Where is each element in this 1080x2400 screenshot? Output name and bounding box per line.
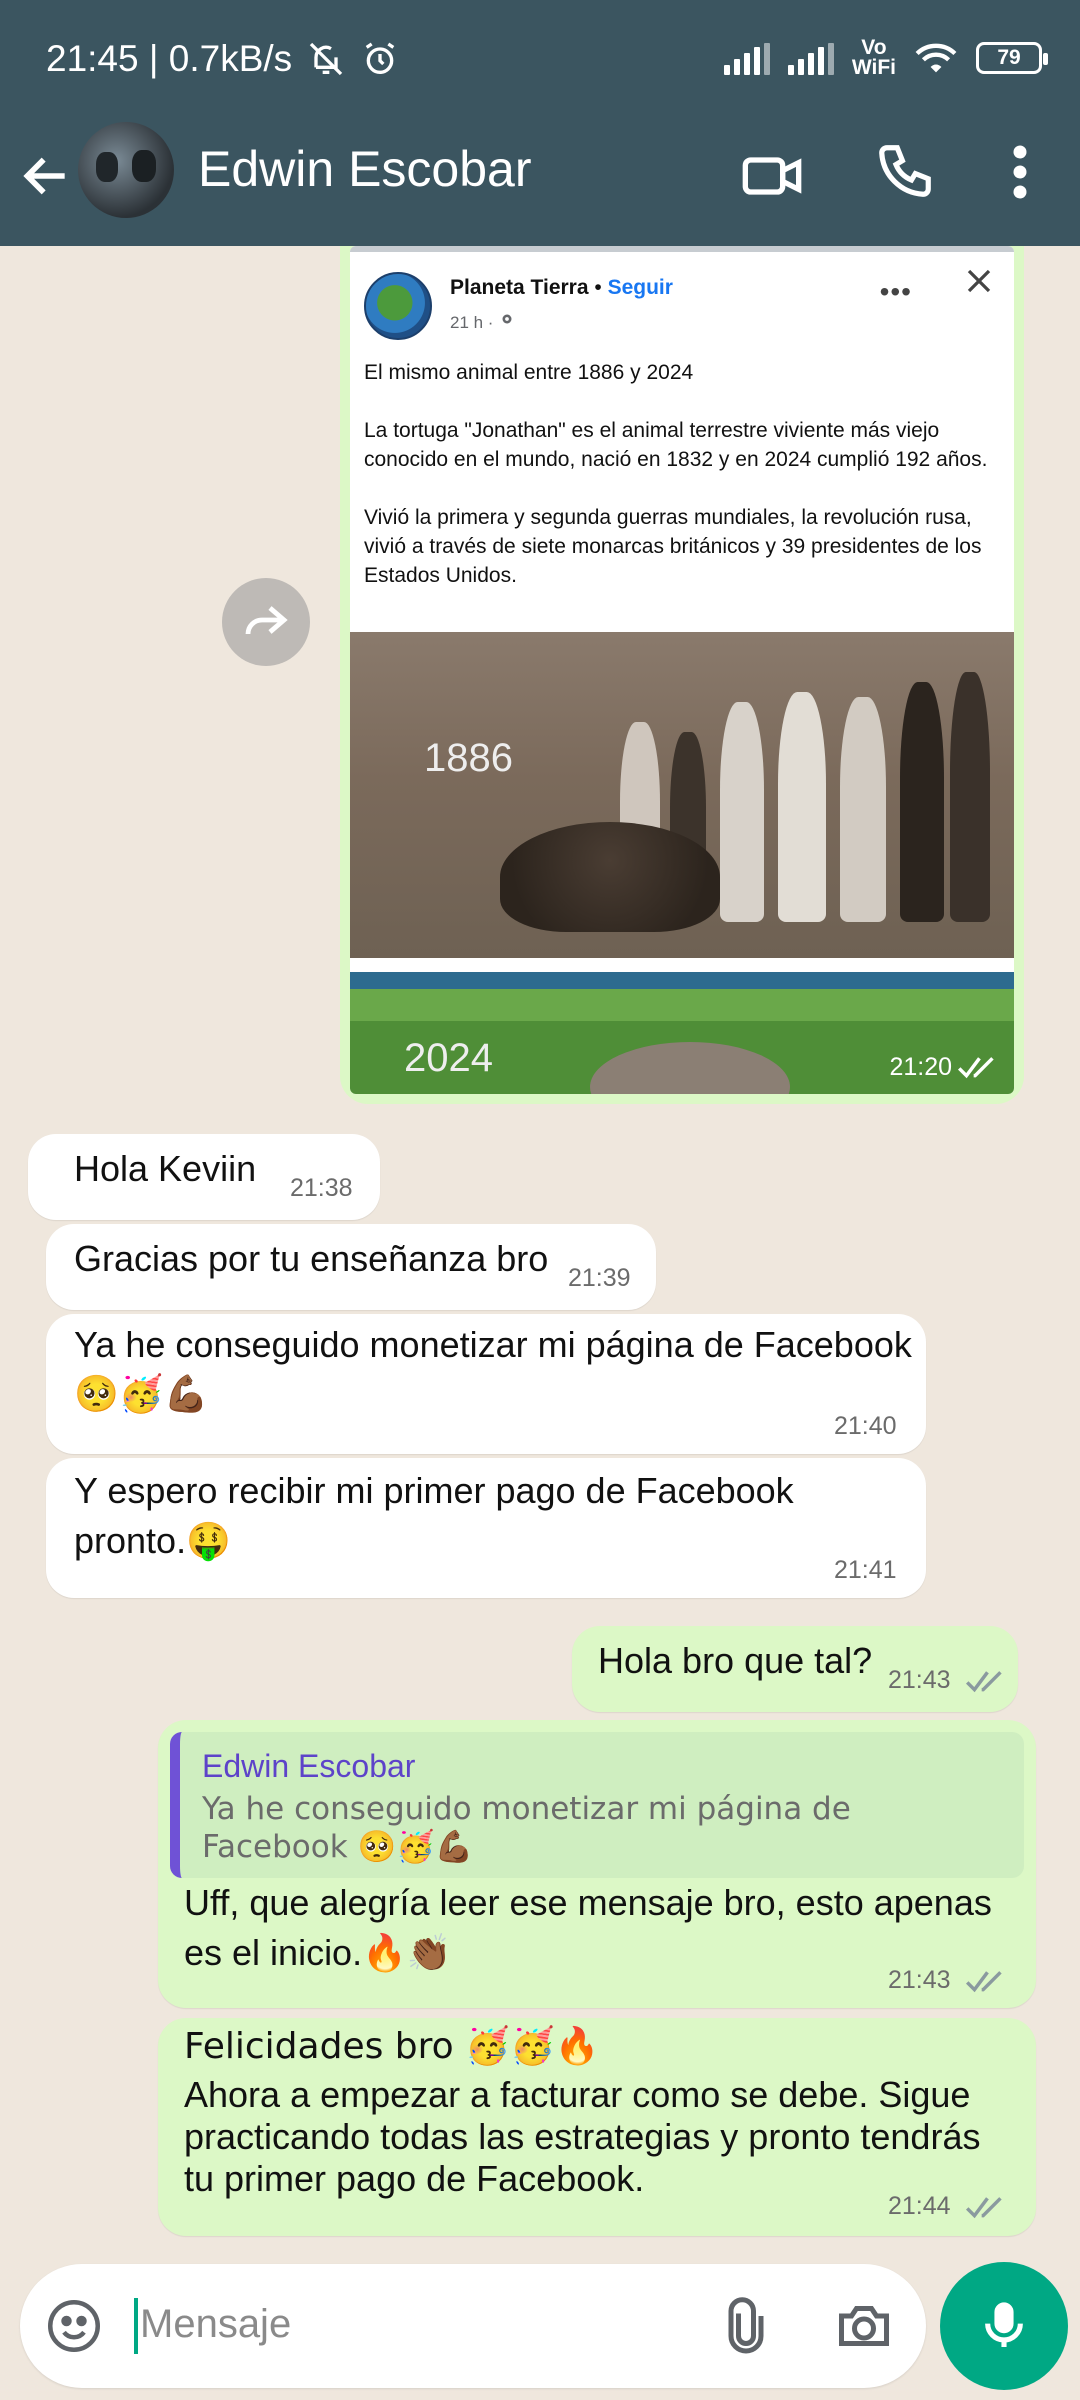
alarm-icon <box>365 42 395 74</box>
close-icon <box>967 269 991 293</box>
message-text: Hola Keviin <box>74 1148 257 1189</box>
top-bar: 21:45 | 0.7kB/s Vo WiFi 79 Edwin Escobar <box>0 0 1080 246</box>
message-input[interactable] <box>140 2292 700 2356</box>
incoming-message[interactable]: Ya he conseguido monetizar mi página de … <box>46 1314 926 1454</box>
image-message[interactable]: Planeta Tierra • Seguir 21 h · ••• El mi… <box>340 246 1024 1104</box>
outgoing-message[interactable]: Felicidades bro 🥳🥳🔥 Ahora a empezar a fa… <box>158 2018 1036 2236</box>
battery-level: 79 <box>997 46 1021 69</box>
message-text: tu primer pago de Facebook. <box>184 2158 645 2199</box>
more-options-icon: ••• <box>879 276 912 307</box>
chat-area[interactable]: Planeta Tierra • Seguir 21 h · ••• El mi… <box>0 246 1080 2246</box>
chat-header: Edwin Escobar <box>0 120 1080 246</box>
incoming-message[interactable]: Gracias por tu enseñanza bro 21:39 <box>46 1224 656 1310</box>
contact-name[interactable]: Edwin Escobar <box>198 140 532 198</box>
outgoing-reply-message[interactable]: Edwin Escobar Ya he conseguido monetizar… <box>158 1720 1036 2008</box>
message-emoji: 🥺🥳💪🏾 <box>74 1374 209 1415</box>
emoji-icon[interactable] <box>44 2296 104 2356</box>
message-time: 21:43 <box>888 1666 951 1694</box>
message-text: Gracias por tu enseñanza bro <box>74 1238 549 1279</box>
follow-link: Seguir <box>607 276 673 299</box>
message-time: 21:39 <box>568 1264 631 1292</box>
message-text: Felicidades bro 🥳🥳🔥 <box>184 2026 600 2067</box>
message-text: es el inicio.🔥👏🏾 <box>184 1932 452 1973</box>
outgoing-message[interactable]: Hola bro que tal? 21:43 <box>572 1626 1018 1712</box>
status-bar: 21:45 | 0.7kB/s Vo WiFi 79 <box>0 0 1080 120</box>
year-label: 2024 <box>404 1036 493 1080</box>
forward-icon <box>245 606 288 635</box>
mute-notifications-icon <box>309 42 343 76</box>
tortoise-photo-1886: 1886 <box>350 632 1014 958</box>
message-time: 21:44 <box>888 2192 951 2220</box>
read-receipt-icon <box>965 2197 1002 2219</box>
quoted-message[interactable]: Edwin Escobar Ya he conseguido monetizar… <box>170 1732 1024 1878</box>
incoming-message[interactable]: Y espero recibir mi primer pago de Faceb… <box>46 1458 926 1598</box>
message-time: 21:41 <box>834 1556 897 1584</box>
post-meta: 21 h · <box>450 313 494 332</box>
message-text: practicando todas las estrategias y pron… <box>184 2116 981 2157</box>
quoted-text: Ya he conseguido monetizar mi página de … <box>202 1791 851 1865</box>
voice-call-icon[interactable] <box>874 140 936 202</box>
status-time: 21:45 | 0.7kB/s <box>46 38 293 79</box>
read-receipt-icon <box>957 1057 994 1079</box>
message-text: Ahora a empezar a facturar como se debe.… <box>184 2074 971 2115</box>
facebook-post-screenshot[interactable]: Planeta Tierra • Seguir 21 h · ••• El mi… <box>350 246 1014 1094</box>
read-receipt-icon <box>965 1671 1002 1693</box>
forward-button[interactable] <box>222 578 310 666</box>
post-text: El mismo animal entre 1886 y 2024 La tor… <box>364 361 988 587</box>
battery-icon: 79 <box>976 42 1048 74</box>
read-receipt-icon <box>965 1971 1002 1993</box>
message-text: pronto.🤑 <box>74 1520 231 1561</box>
microphone-icon <box>985 2302 1023 2347</box>
incoming-message[interactable]: Hola Keviin 21:38 <box>28 1134 380 1220</box>
message-text: Y espero recibir mi primer pago de Faceb… <box>74 1470 794 1511</box>
back-arrow-icon[interactable] <box>18 148 74 204</box>
message-time: 21:20 <box>889 1053 952 1081</box>
quoted-sender: Edwin Escobar <box>202 1748 416 1784</box>
more-options-icon[interactable] <box>1000 142 1040 202</box>
year-label: 1886 <box>424 736 513 780</box>
camera-icon[interactable] <box>834 2296 894 2356</box>
attach-icon[interactable] <box>716 2294 776 2358</box>
avatar[interactable] <box>78 122 174 218</box>
video-call-icon[interactable] <box>740 144 804 208</box>
message-text: Ya he conseguido monetizar mi página de … <box>74 1324 912 1365</box>
vowifi-label: Vo WiFi <box>851 36 896 79</box>
text-cursor <box>134 2298 138 2354</box>
wifi-icon <box>915 43 957 73</box>
message-time: 21:43 <box>888 1966 951 1994</box>
message-time: 21:38 <box>290 1174 353 1202</box>
message-text: Uff, que alegría leer ese mensaje bro, e… <box>184 1882 992 1923</box>
voice-message-button[interactable] <box>940 2262 1068 2390</box>
gear-icon <box>502 314 512 324</box>
signal-icon <box>723 41 770 75</box>
message-composer <box>20 2264 926 2388</box>
page-logo <box>364 272 432 340</box>
message-time: 21:40 <box>834 1412 897 1440</box>
page-name: Planeta Tierra <box>450 276 589 299</box>
signal-icon <box>787 41 834 75</box>
message-text: Hola bro que tal? <box>598 1640 873 1681</box>
